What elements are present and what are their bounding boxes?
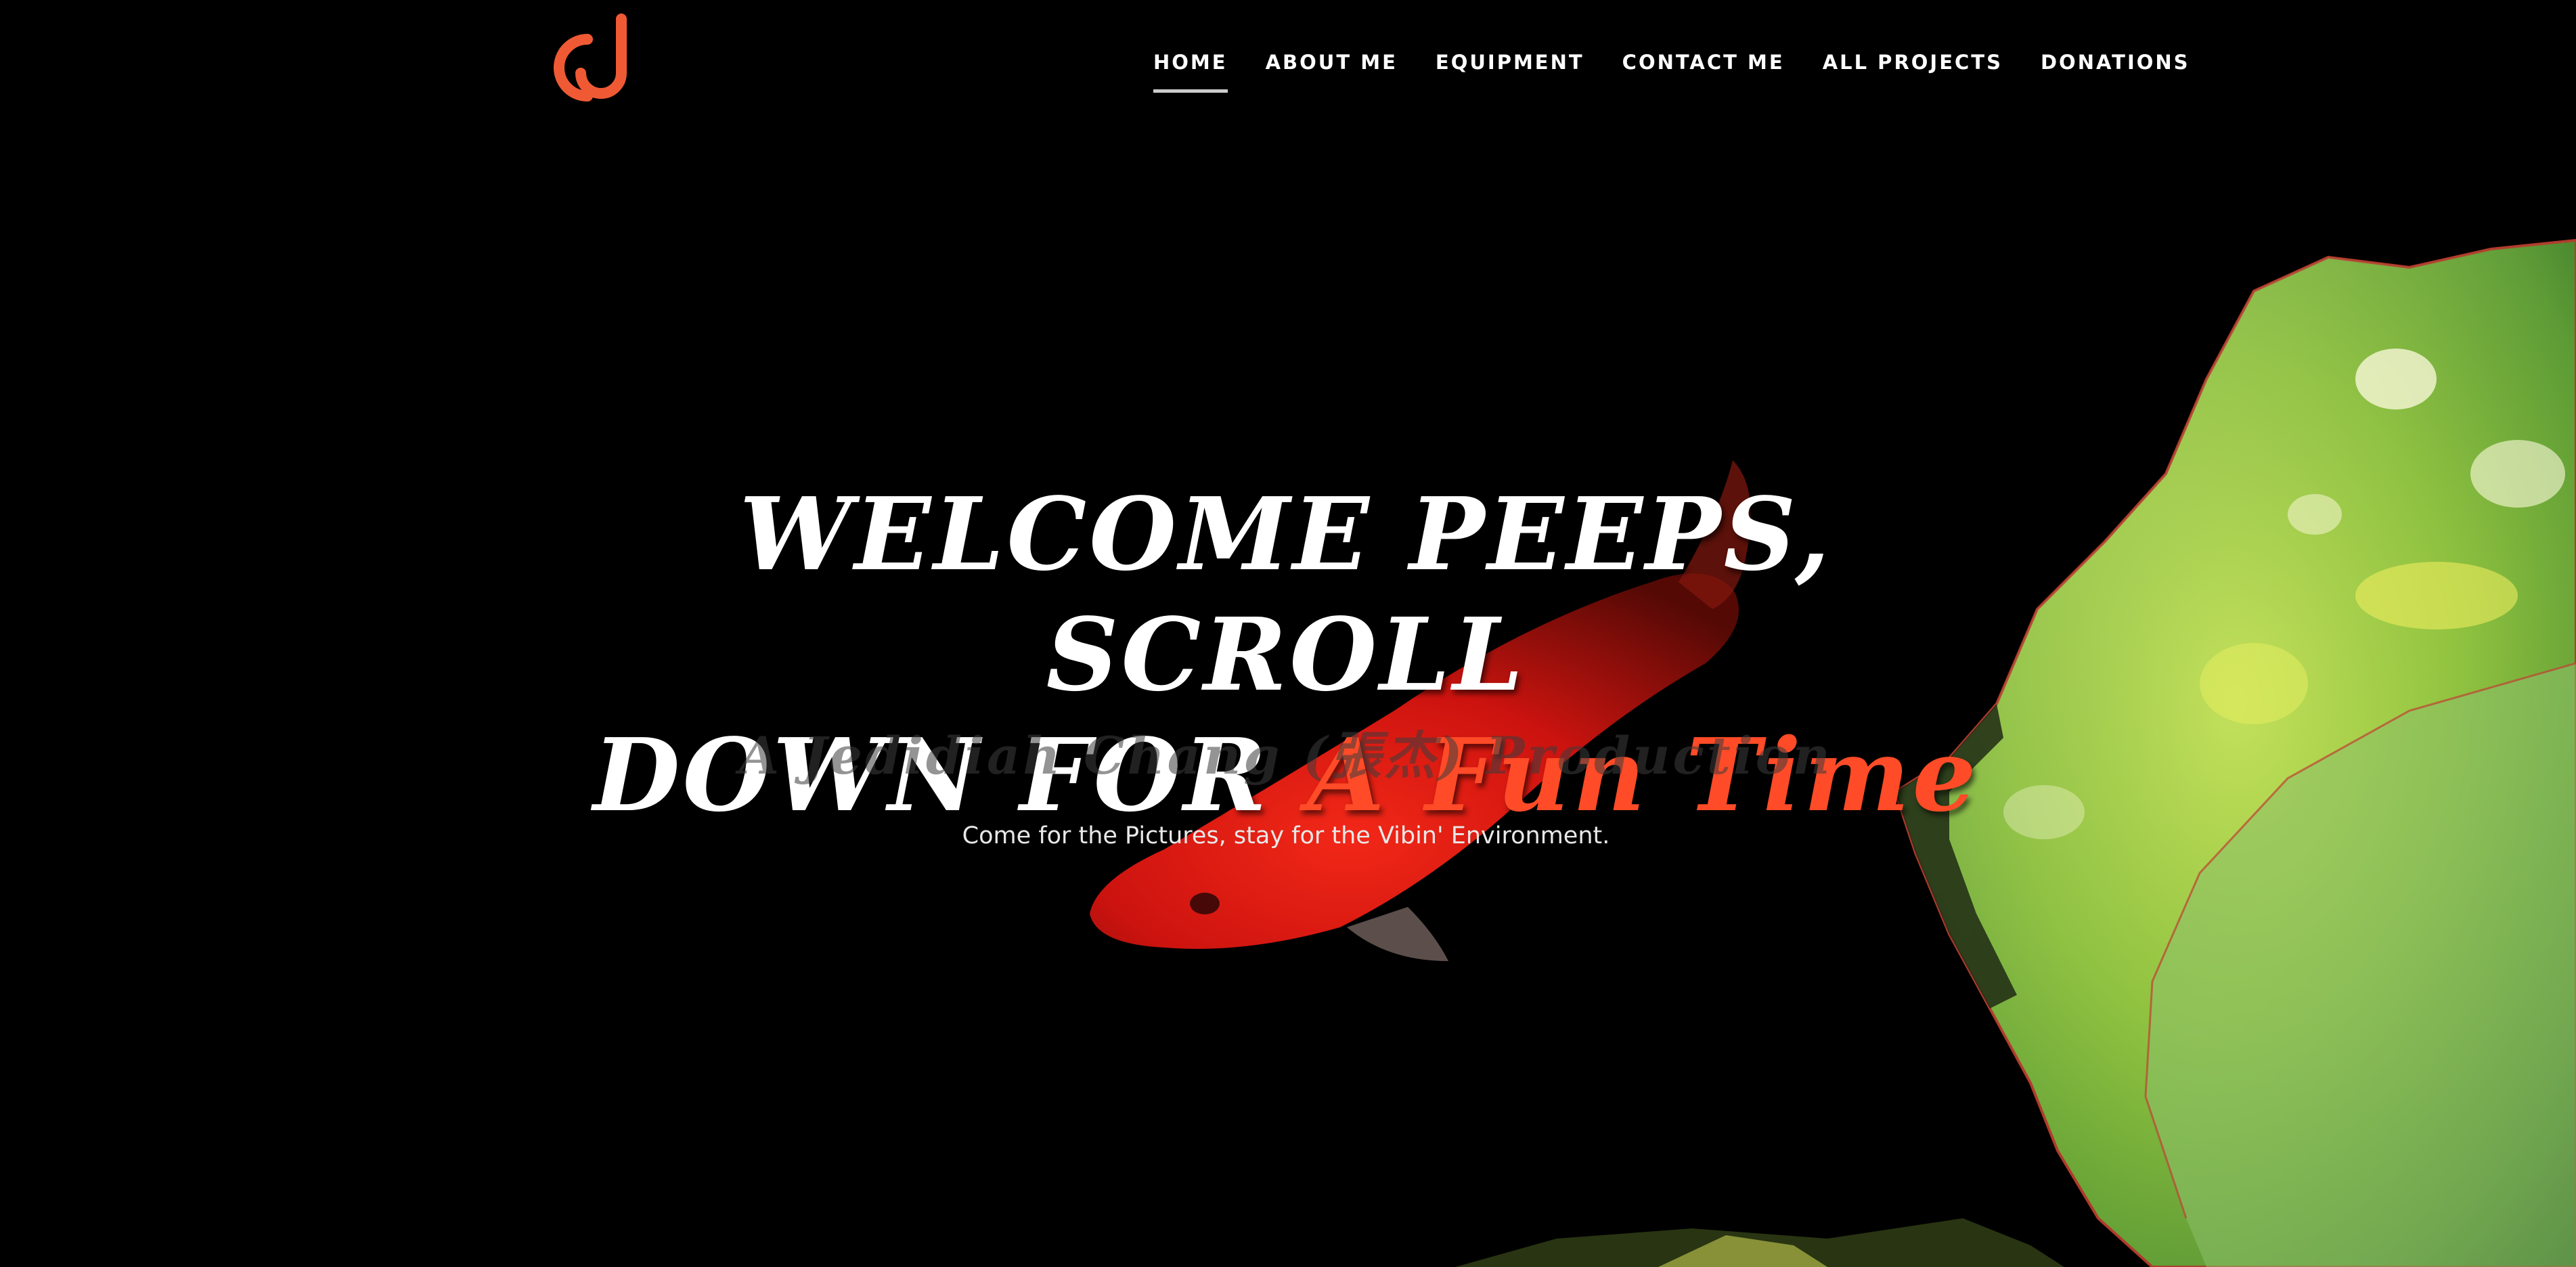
cj-logo-icon[interactable]: [547, 12, 635, 118]
hero-subtitle: A Jedidiah Chang (張杰) Production: [739, 726, 1833, 786]
hero-tagline: Come for the Pictures, stay for the Vibi…: [962, 822, 1610, 849]
hero-title-line1: WELCOME PEEPS, SCROLL: [739, 475, 1833, 713]
nav-item-equipment[interactable]: EQUIPMENT: [1436, 49, 1584, 103]
nav-item-donations[interactable]: DONATIONS: [2041, 49, 2190, 103]
nav-item-contact-me[interactable]: CONTACT ME: [1622, 49, 1785, 103]
nav-item-all-projects[interactable]: ALL PROJECTS: [1823, 49, 2003, 103]
nav-item-home[interactable]: HOME: [1153, 49, 1228, 103]
nav-item-about-me[interactable]: ABOUT ME: [1266, 49, 1398, 103]
hero-section: HOME ABOUT ME EQUIPMENT CONTACT ME ALL P…: [0, 0, 2576, 1267]
main-nav: HOME ABOUT ME EQUIPMENT CONTACT ME ALL P…: [1153, 49, 2228, 103]
